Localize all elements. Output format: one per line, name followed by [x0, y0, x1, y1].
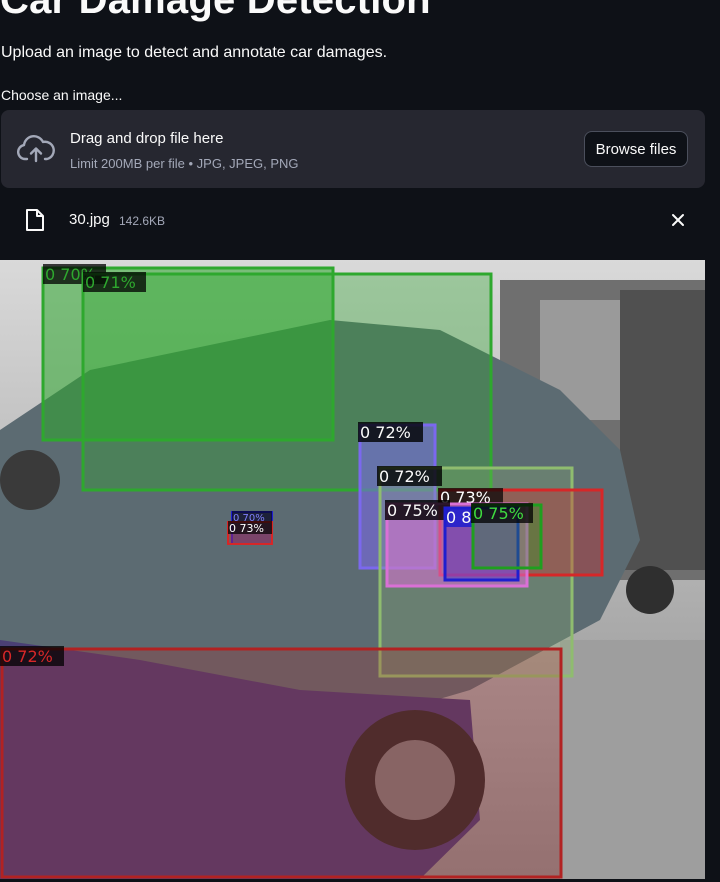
detection-label: 0 75% — [473, 504, 524, 523]
detection-label: 0 72% — [360, 423, 411, 442]
detection-label: 0 73% — [229, 522, 264, 535]
page-subtitle: Upload an image to detect and annotate c… — [1, 44, 388, 61]
uploaded-file-row: 30.jpg 142.6KB — [0, 198, 705, 242]
dropzone-limit-text: Limit 200MB per file • JPG, JPEG, PNG — [70, 156, 299, 171]
detection-label: 0 71% — [85, 273, 136, 292]
dropzone-instructions: Drag and drop file here — [70, 130, 224, 147]
file-icon — [26, 209, 44, 231]
detection-box: 0 75% — [471, 503, 543, 570]
detection-box: 0 72% — [0, 646, 563, 879]
file-name: 30.jpg — [69, 211, 110, 228]
annotated-car-image: 0 70% 0 71% 0 72% 0 72% 0 73% 0 75% 0 8 … — [0, 260, 705, 879]
cloud-upload-icon — [17, 135, 55, 163]
uploader-label: Choose an image... — [1, 87, 123, 103]
detection-overlay: 0 70% 0 71% 0 72% 0 72% 0 73% 0 75% 0 8 … — [0, 260, 705, 879]
detection-label: 0 8 — [446, 508, 471, 527]
page-title: Car Damage Detection — [0, 0, 431, 22]
detection-label: 0 72% — [379, 467, 430, 486]
browse-files-button[interactable]: Browse files — [584, 131, 688, 167]
file-dropzone[interactable]: Drag and drop file here Limit 200MB per … — [1, 110, 705, 188]
file-size: 142.6KB — [119, 214, 166, 228]
detection-label: 0 72% — [2, 647, 53, 666]
close-icon[interactable] — [668, 210, 688, 230]
detection-box: 0 73% — [227, 521, 273, 545]
detection-label: 0 75% — [387, 501, 438, 520]
